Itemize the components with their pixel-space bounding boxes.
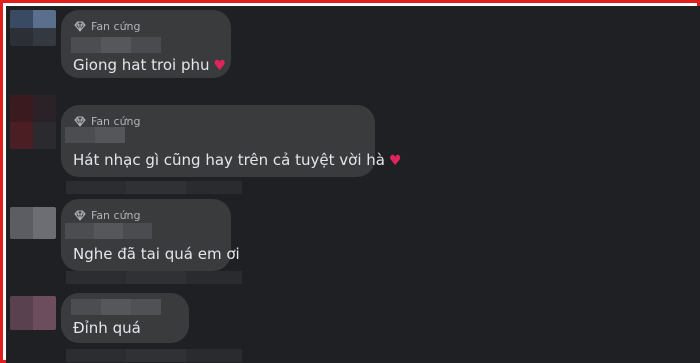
comment-text: Đỉnh quá — [73, 319, 141, 337]
comment-bubble: Fan cứng Hát nhạc gì cũng hay trên cả tu… — [61, 105, 402, 177]
badge-label: Fan cứng — [91, 19, 141, 33]
commenter-name[interactable] — [65, 127, 125, 143]
top-fan-badge: Fan cứng — [74, 208, 141, 222]
comment-actions[interactable] — [66, 271, 242, 284]
diamond-icon — [74, 21, 86, 32]
avatar[interactable] — [10, 95, 56, 149]
heart-icon: ♥ — [213, 58, 227, 74]
comment-thread: Fan cứng Giong hat troi phu ♥ Fan cứng H… — [6, 6, 700, 363]
diamond-icon — [74, 210, 86, 221]
avatar[interactable] — [10, 296, 56, 330]
diamond-icon — [74, 116, 86, 127]
top-fan-badge: Fan cứng — [74, 114, 141, 128]
comment-actions[interactable] — [66, 181, 242, 194]
top-fan-badge: Fan cứng — [74, 19, 141, 33]
commenter-name[interactable] — [65, 223, 152, 239]
avatar[interactable] — [10, 207, 56, 239]
commenter-name[interactable] — [71, 37, 161, 53]
screenshot-frame: Fan cứng Giong hat troi phu ♥ Fan cứng H… — [0, 0, 700, 363]
avatar[interactable] — [10, 10, 56, 46]
heart-icon: ♥ — [388, 153, 402, 169]
comment-text: Hát nhạc gì cũng hay trên cả tuyệt vời h… — [73, 151, 402, 169]
comment-text: Nghe đã tai quá em ơi — [73, 245, 240, 263]
badge-label: Fan cứng — [91, 114, 141, 128]
commenter-name[interactable] — [71, 299, 161, 315]
badge-label: Fan cứng — [91, 208, 141, 222]
comment-bubble: Fan cứng Giong hat troi phu ♥ — [61, 10, 231, 78]
comment-bubble: Đỉnh quá — [61, 293, 189, 343]
comment-bubble: Fan cứng Nghe đã tai quá em ơi — [61, 199, 240, 271]
comment-actions[interactable] — [66, 349, 242, 362]
comment-text: Giong hat troi phu ♥ — [73, 56, 227, 74]
